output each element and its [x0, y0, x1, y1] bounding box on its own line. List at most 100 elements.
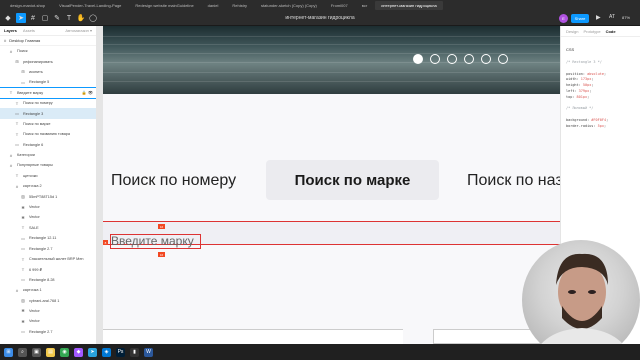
chrome-icon[interactable]: ◉	[60, 347, 69, 357]
layer-type-icon: #	[15, 287, 19, 293]
layer-type-icon: ▭	[15, 111, 19, 117]
figma-icon[interactable]: ◆	[74, 347, 83, 357]
text-tool-icon[interactable]: T	[64, 13, 74, 23]
layer-type-icon: ▭	[21, 79, 25, 85]
tab-prototype[interactable]: Prototype	[583, 29, 600, 34]
figma-menu-icon[interactable]: ◆	[3, 13, 13, 23]
layer-type-icon: T	[15, 131, 19, 137]
browser-tab[interactable]: statunder-sketch (Copy) (Copy)	[255, 1, 323, 10]
document-title[interactable]: интернет-магазин гидроцикла	[210, 15, 430, 21]
layer-row[interactable]: T Поиск по названию товара	[0, 129, 96, 139]
layer-row[interactable]: T 6 999 ₽	[0, 264, 96, 274]
search-by-name-tab[interactable]: Поиск по наз	[467, 172, 560, 190]
layer-row[interactable]: ⊞ рефинанировать	[0, 56, 96, 66]
layer-row[interactable]: ▭ Rectangle 6	[0, 140, 96, 150]
layer-row[interactable]: ▭ Rectangle 12.11	[0, 233, 96, 243]
photoshop-icon[interactable]: Ps	[116, 347, 125, 357]
layer-label: карточка 2	[23, 184, 42, 189]
slider-dot[interactable]	[430, 54, 440, 64]
rectangle-tool-icon[interactable]: ▢	[40, 13, 50, 23]
layer-row[interactable]: ⊞ иконить	[0, 67, 96, 77]
slider-dot[interactable]	[464, 54, 474, 64]
layer-type-icon: ▨	[21, 298, 25, 304]
slider-dot[interactable]	[498, 54, 508, 64]
layer-row[interactable]: ✱ Vector	[0, 316, 96, 326]
slider-dot[interactable]	[413, 54, 423, 64]
search-by-brand-tab[interactable]: Поиск по марке	[266, 160, 439, 200]
present-play-icon[interactable]: ▶	[596, 14, 601, 21]
tab-code[interactable]: Code	[606, 29, 616, 34]
search-by-number-tab[interactable]: Поиск по номеру	[111, 172, 236, 190]
layer-row[interactable]: ✱ Vector	[0, 306, 96, 316]
search-icon[interactable]: ⌕	[18, 347, 27, 357]
layer-label: Спасательный жилет BRP Men	[29, 257, 84, 261]
layer-row[interactable]: # карточка 2	[0, 181, 96, 191]
browser-tab[interactable]: всг	[356, 1, 374, 10]
canvas[interactable]: Поиск по номеру Поиск по марке Поиск по …	[97, 26, 560, 344]
layer-row[interactable]: Tщеточки	[0, 171, 96, 181]
layer-row[interactable]: ▭ Rectangle 3	[0, 108, 96, 119]
layer-label: Rectangle 12.11	[29, 236, 57, 241]
telegram-icon[interactable]: ➤	[88, 347, 97, 357]
layer-row[interactable]: T Спасательный жилет BRP Men	[0, 254, 96, 264]
desktop-frame[interactable]: Поиск по номеру Поиск по марке Поиск по …	[103, 26, 560, 344]
layer-row[interactable]: # Категории	[0, 150, 96, 160]
share-button[interactable]: Share	[571, 14, 589, 23]
layer-type-icon: ▭	[21, 329, 25, 335]
css-value: absolute	[587, 71, 604, 76]
present-label[interactable]: АТ	[609, 14, 615, 20]
frame-layer-desktop[interactable]: # Desktop Главная	[0, 36, 96, 46]
pen-tool-icon[interactable]: ✎	[52, 13, 62, 23]
layer-row[interactable]: T Поиск по номеру	[0, 98, 96, 108]
layer-label: щеточки	[23, 173, 38, 178]
layer-row[interactable]: # Поиск	[0, 46, 96, 56]
slider-dot[interactable]	[481, 54, 491, 64]
layer-row[interactable]: ✱ Vector	[0, 202, 96, 212]
layer-row[interactable]: # карточка 1	[0, 285, 96, 295]
layer-row[interactable]: # Популярные товары	[0, 160, 96, 170]
windows-icon[interactable]: ⊞	[4, 347, 13, 357]
layer-row[interactable]: ▭ Rectangle 5	[0, 77, 96, 87]
layer-row[interactable]: ▨ 55mPT88T15d 1	[0, 191, 96, 201]
browser-tab[interactable]: интернет-магазин гидроцикла	[375, 1, 443, 10]
layer-row[interactable]: ▭ Rectangle 2.7	[0, 327, 96, 337]
slider-dot[interactable]	[447, 54, 457, 64]
css-code-block[interactable]: /* Rectangle 3 */ position: absolute; wid…	[566, 60, 640, 135]
browser-tab[interactable]: Fromi007	[325, 1, 354, 10]
css-semicolon: ;	[591, 83, 594, 88]
tab-design[interactable]: Design	[566, 29, 578, 34]
layer-label: Rectangle 2.7	[29, 246, 53, 251]
css-property: height	[566, 83, 579, 88]
layer-row[interactable]: ▭ Rectangle 2.7	[0, 243, 96, 253]
vscode-icon[interactable]: ◈	[102, 347, 111, 357]
comment-tool-icon[interactable]: ◯	[88, 13, 98, 23]
lock-visibility-icon[interactable]: 🔒 👁	[82, 90, 93, 95]
browser-tab[interactable]: daniel	[202, 1, 225, 10]
browser-tab[interactable]: VisualPender-Travel-Landing-Page	[53, 1, 127, 10]
layer-row[interactable]: T Поиск по марке	[0, 119, 96, 129]
move-tool-icon[interactable]: ➤	[16, 13, 26, 23]
frame-tool-icon[interactable]: #	[28, 13, 38, 23]
browser-tab[interactable]: design-maniot-shop	[4, 1, 51, 10]
page-selector[interactable]: Автомагазин ▾	[65, 28, 92, 33]
avatar[interactable]: E	[559, 14, 568, 23]
frame-icon: #	[4, 38, 7, 43]
browser-tab-bar: design-maniot-shop VisualPender-Travel-La…	[0, 0, 640, 11]
layer-row[interactable]: ▭ Rectangle 8.28	[0, 275, 96, 285]
layer-row[interactable]: ▨ vybrani-aral.768 1	[0, 295, 96, 305]
layer-row[interactable]: ✱ Vector	[0, 212, 96, 222]
layer-label: Vector	[29, 205, 40, 210]
layer-row[interactable]: T Введите марку 🔒 👁	[0, 87, 96, 99]
word-icon[interactable]: W	[144, 347, 153, 357]
tab-assets[interactable]: Assets	[23, 28, 35, 33]
hand-tool-icon[interactable]: ✋	[76, 13, 86, 23]
browser-tab[interactable]: Rehistry	[226, 1, 253, 10]
tab-layers[interactable]: Layers	[4, 28, 17, 33]
task-view-icon[interactable]: ▣	[32, 347, 41, 357]
file-explorer-icon[interactable]: ▤	[46, 347, 55, 357]
layer-row[interactable]: T SALE	[0, 223, 96, 233]
brand-input-text[interactable]: Введите марку	[111, 234, 194, 248]
zoom-level[interactable]: 87%	[622, 15, 630, 20]
browser-tab[interactable]: Redesign website mainGuideline	[129, 1, 199, 10]
terminal-icon[interactable]: ▮	[130, 347, 139, 357]
